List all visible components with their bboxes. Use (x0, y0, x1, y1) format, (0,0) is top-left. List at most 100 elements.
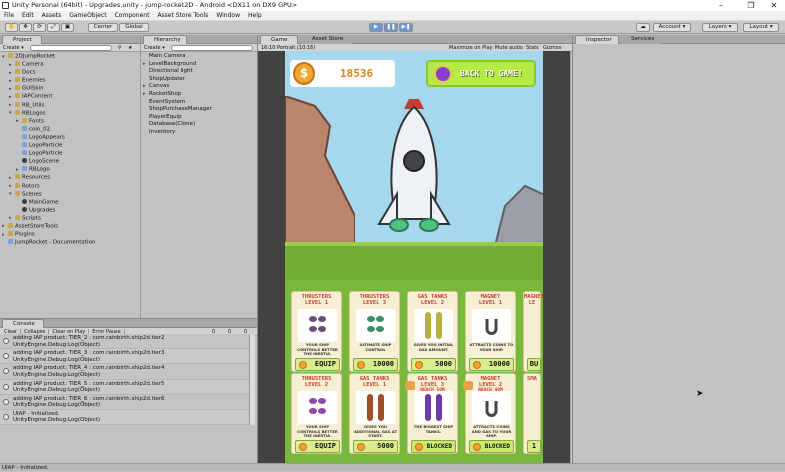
hierarchy-item[interactable]: ShopUpdater (143, 76, 255, 84)
project-item[interactable]: ▾ 2DJumpRocket (2, 53, 140, 61)
shop-item-card[interactable]: SMA 1 (523, 373, 541, 454)
hierarchy-create-button[interactable]: Create (144, 45, 161, 51)
tab-console[interactable]: Console (2, 319, 44, 328)
project-item[interactable]: ▸ Fonts (2, 117, 140, 126)
project-item[interactable]: ▸ GUISkin (2, 85, 140, 93)
hierarchy-item[interactable]: Database(Clone) (143, 121, 255, 129)
menu-gameobject[interactable]: GameObject (65, 11, 110, 21)
project-item[interactable]: ▸ RBLogo (2, 166, 140, 174)
project-item[interactable]: ▸ Camera (2, 61, 140, 69)
rotate-tool-button[interactable]: ⟳ (33, 23, 46, 32)
buy-button[interactable]: 10000 (469, 358, 514, 371)
buy-button[interactable]: 10000 (353, 358, 398, 371)
pause-button[interactable]: ❚❚ (384, 23, 398, 32)
tab-project[interactable]: Project (2, 35, 42, 44)
scale-tool-button[interactable]: ⤢ (47, 23, 60, 32)
project-item[interactable]: ▸ Enemies (2, 77, 140, 85)
console-log-list[interactable]: adding IAP product: TIER_2 : com.rainbir… (0, 334, 255, 426)
hierarchy-item[interactable]: ShopPurchaseManager (143, 106, 255, 114)
cloud-icon[interactable]: ☁ (636, 23, 650, 32)
project-item[interactable]: ▸ Docs (2, 69, 140, 77)
filter-icon[interactable]: ⚲ (118, 44, 122, 52)
project-item[interactable]: ▸ AssetStoreTools (2, 222, 140, 231)
shop-item-card[interactable]: GAS TANKS LEVEL 3 THE BIGGEST SHIP TANKS. R… (405, 373, 458, 454)
project-item[interactable]: ▸ Rotors (2, 182, 140, 191)
close-button[interactable]: ✕ (763, 0, 785, 11)
blocked-button[interactable]: BLOCKED (411, 440, 456, 453)
rect-tool-button[interactable]: ▣ (61, 23, 74, 32)
layout-dropdown[interactable]: Layout ▾ (743, 23, 779, 32)
console-log-entry[interactable]: adding IAP product: TIER_3 : com.rainbir… (0, 349, 255, 365)
buy-button[interactable]: 1 (527, 440, 541, 453)
back-to-game-button[interactable]: BACK TO GAME! (426, 60, 536, 87)
menu-file[interactable]: File (0, 11, 18, 21)
project-item[interactable]: LogoScene (2, 158, 140, 166)
shop-item-card[interactable]: MAGNET LE BU (523, 291, 543, 372)
project-item[interactable]: Upgrades (2, 206, 140, 215)
console-log-entry[interactable]: adding IAP product: TIER_4 : com.rainbir… (0, 364, 255, 380)
pivot-center-button[interactable]: Center (88, 23, 118, 32)
pivot-global-button[interactable]: Global (119, 23, 149, 32)
equip-button[interactable]: EQUIP (295, 440, 340, 453)
menu-window[interactable]: Window (212, 11, 244, 21)
menu-component[interactable]: Component (111, 11, 154, 21)
shop-item-card[interactable]: THRUSTERS LEVEL 3 ULTIMATE SHIP CONTROL 100… (349, 291, 400, 372)
project-item[interactable]: JumpRocket - Documentation (2, 239, 140, 247)
console-scrollbar[interactable] (249, 334, 255, 425)
game-canvas[interactable]: $ 18536 BACK TO GAME! THRUSTERS LEVEL 1 YO… (285, 51, 543, 463)
project-create-button[interactable]: Create (3, 45, 20, 51)
layers-dropdown[interactable]: Layers ▾ (702, 23, 738, 32)
shop-item-card[interactable]: GAS TANKS LEVEL 1 GIVES YOU ADDITIONAL GAS… (349, 373, 400, 454)
hierarchy-item[interactable]: ▸ LevelBackground (143, 61, 255, 69)
minimize-button[interactable]: – (710, 0, 732, 11)
project-item[interactable]: ▾ RBLogos (2, 109, 140, 118)
console-log-entry[interactable]: adding IAP product: TIER_6 : com.rainbir… (0, 394, 255, 410)
tab-game[interactable]: Game (260, 35, 298, 44)
shop-item-card[interactable]: MAGNET LEVEL 1 ATTRACTS COINS TO YOUR SHIP… (465, 291, 516, 372)
step-button[interactable]: ▶❚ (399, 23, 413, 32)
console-log-entry[interactable]: adding IAP product: TIER_2 : com.rainbir… (0, 334, 255, 350)
project-item[interactable]: ▸ Plugins (2, 231, 140, 239)
hierarchy-item[interactable]: ▸ Canvas (143, 83, 255, 91)
account-dropdown[interactable]: Account ▾ (653, 23, 691, 32)
star-icon[interactable]: ★ (128, 44, 132, 52)
project-item[interactable]: ▸ Resources (2, 174, 140, 182)
project-item[interactable]: LogoAppears (2, 133, 140, 142)
hierarchy-item[interactable]: Main Camera (143, 53, 255, 61)
shop-item-card[interactable]: GAS TANKS LEVEL 2 GIVES YOU INITIAL GAS AM… (407, 291, 458, 372)
tab-inspector[interactable]: Inspector (575, 35, 619, 44)
maximize-button[interactable]: ❐ (740, 0, 762, 11)
hierarchy-search-input[interactable] (171, 45, 253, 51)
hierarchy-item[interactable]: PlayerEquip (143, 114, 255, 122)
shop-item-card[interactable]: MAGNET LEVEL 2 ATTRACTS COINS AND GAS TO Y… (463, 373, 516, 454)
project-item[interactable]: ▸ RB_Utils (2, 101, 140, 110)
project-item[interactable]: ▸ IAPContent (2, 93, 140, 101)
hierarchy-item[interactable]: ▸ RocketShop (143, 91, 255, 99)
play-button[interactable]: ▶ (369, 23, 383, 32)
tab-services[interactable]: Services (621, 35, 661, 44)
buy-button[interactable]: 5000 (411, 358, 456, 371)
project-search-input[interactable] (30, 45, 112, 51)
project-item[interactable]: LogoParticle (2, 142, 140, 150)
tab-asset-store[interactable]: Asset Store (302, 35, 352, 44)
project-item[interactable]: ▸ Scripts (2, 214, 140, 223)
menu-assets[interactable]: Assets (38, 11, 66, 21)
console-log-entry[interactable]: adding IAP product: TIER_5 : com.rainbir… (0, 380, 255, 395)
hand-tool-button[interactable]: ✋ (5, 23, 18, 32)
project-item[interactable]: coin_02 (2, 125, 140, 134)
menu-edit[interactable]: Edit (18, 11, 38, 21)
buy-button[interactable]: BU (527, 358, 541, 371)
hierarchy-item[interactable]: EventSystem (143, 99, 255, 107)
project-item[interactable]: MainGame (2, 198, 140, 207)
move-tool-button[interactable]: ✥ (19, 23, 32, 32)
hierarchy-item[interactable]: Inventory (143, 129, 255, 137)
project-item[interactable]: LogoParticle (2, 150, 140, 158)
equip-button[interactable]: EQUIP (295, 358, 340, 371)
shop-item-card[interactable]: THRUSTERS LEVEL 1 YOUR SHIP CONTROLS BETTE… (291, 291, 342, 372)
hierarchy-item[interactable]: Directional light (143, 68, 255, 76)
buy-button[interactable]: 5000 (353, 440, 398, 453)
tab-hierarchy[interactable]: Hierarchy (143, 35, 187, 44)
project-item[interactable]: ▾ Scenes (2, 190, 140, 199)
menu-asset-store-tools[interactable]: Asset Store Tools (153, 11, 212, 21)
console-log-entry[interactable]: UIAP - Initialized. UnityEngine.Debug:Log… (0, 410, 255, 426)
